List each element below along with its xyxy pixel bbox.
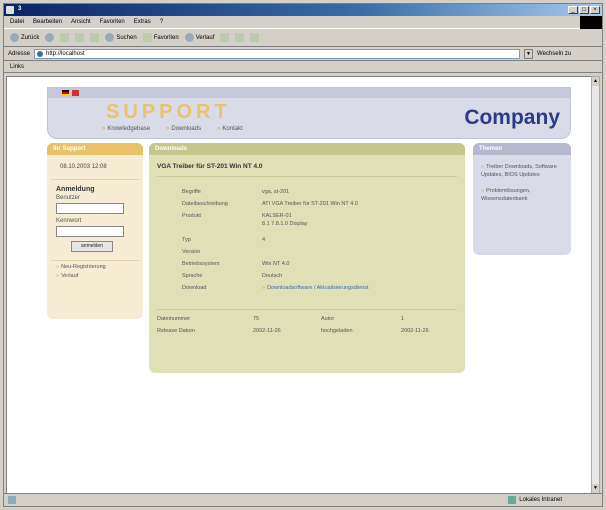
download-title: VGA Treiber für ST-201 Win NT 4.0 (157, 163, 457, 177)
maximize-button[interactable]: □ (579, 6, 589, 14)
stop-icon (60, 33, 70, 42)
search-button[interactable]: Suchen (105, 33, 137, 42)
edit-button[interactable] (250, 33, 260, 42)
browser-window: 3 _ □ × Datei Bearbeiten Ansicht Favorit… (3, 3, 603, 507)
downloads-panel-title: Downloads (149, 143, 465, 155)
forward-button[interactable] (45, 33, 55, 42)
topic-link-knowledgebase[interactable]: » Problemlösungen, Wissensdatenbank (481, 187, 563, 203)
menu-favoriten[interactable]: Favoriten (100, 19, 125, 25)
links-label[interactable]: Links (10, 64, 24, 70)
username-label: Benutzer (56, 195, 81, 201)
site-header: SUPPORT Company » Knowledgebase » Download… (47, 87, 571, 139)
home-icon (90, 33, 100, 42)
menu-ansicht[interactable]: Ansicht (71, 19, 91, 25)
history-icon (184, 33, 194, 42)
topics-panel: Themen » Treiber Downloads, Software Upda… (473, 143, 571, 255)
password-label: Kennwort (56, 218, 82, 224)
address-bar: Adresse http://localhost ▼ Wechseln zu (4, 47, 602, 61)
edit-icon (250, 33, 260, 42)
menu-help[interactable]: ? (160, 19, 163, 25)
page-viewport: SUPPORT Company » Knowledgebase » Download… (6, 76, 592, 494)
history-link[interactable]: » Verlauf (56, 273, 134, 279)
back-icon (10, 33, 19, 42)
support-logo: SUPPORT (106, 101, 231, 123)
english-flag-icon[interactable] (72, 90, 79, 96)
stats-row: Dateinummer 75 Autor 1 (157, 316, 405, 322)
links-bar: Links (4, 61, 602, 73)
downloads-panel: Downloads VGA Treiber für ST-201 Win NT … (149, 143, 465, 373)
support-panel: Ihr Support 08.10.2003 12:08 Anmeldung B… (47, 143, 143, 319)
login-button[interactable]: anmelden (71, 241, 113, 252)
download-stats: Dateinummer 75 Autor 1 Release Datum 200… (157, 309, 457, 340)
topics-panel-title: Themen (473, 143, 571, 155)
password-input[interactable] (56, 226, 124, 237)
address-input[interactable]: http://localhost (34, 48, 521, 59)
vertical-scrollbar[interactable]: ▲ ▼ (591, 76, 600, 494)
nav-kontakt[interactable]: » Kontakt (217, 126, 243, 132)
history-button[interactable]: Verlauf (184, 33, 214, 42)
german-flag-icon[interactable] (62, 90, 69, 96)
divider (51, 260, 139, 261)
menu-datei[interactable]: Datei (10, 19, 24, 25)
ie-icon[interactable] (6, 6, 14, 14)
download-link[interactable]: » Downloadsoftware / Aktualisierungsdiens… (262, 285, 369, 291)
close-button[interactable]: × (590, 6, 600, 14)
scroll-up-button[interactable]: ▲ (592, 77, 599, 86)
company-logo: Company (464, 106, 560, 129)
nav-knowledgebase[interactable]: » Knowledgebase (102, 126, 150, 132)
home-button[interactable] (90, 33, 100, 42)
register-link[interactable]: » Neu-Registrierung (56, 264, 134, 270)
topic-link-drivers[interactable]: » Treiber Downloads, Software Updates, BI… (481, 163, 563, 179)
username-input[interactable] (56, 203, 124, 214)
minimize-button[interactable]: _ (568, 6, 578, 14)
menu-bearbeiten[interactable]: Bearbeiten (33, 19, 62, 25)
intranet-icon (508, 496, 517, 504)
window-title: 3 (18, 6, 22, 12)
favorites-icon (142, 33, 152, 42)
print-button[interactable] (235, 33, 245, 42)
search-icon (105, 33, 115, 42)
favorites-button[interactable]: Favoriten (142, 33, 179, 42)
address-url: http://localhost (46, 50, 85, 57)
mail-icon (220, 33, 230, 42)
toolbar: Zurück Suchen Favoriten Verlauf (4, 29, 602, 47)
status-bar: Lokales Intranet (4, 493, 602, 506)
security-zone: Lokales Intranet (508, 496, 562, 504)
menu-extras[interactable]: Extras (134, 19, 151, 25)
header-nav: » Knowledgebase » Downloads » Kontakt (102, 126, 243, 132)
page-done-icon (8, 496, 16, 504)
address-dropdown-button[interactable]: ▼ (524, 48, 534, 59)
mail-button[interactable] (220, 33, 230, 42)
nav-downloads[interactable]: » Downloads (166, 126, 201, 132)
login-title: Anmeldung (56, 186, 95, 193)
support-panel-title: Ihr Support (47, 143, 143, 155)
scroll-down-button[interactable]: ▼ (592, 484, 599, 493)
stats-row: Release Datum 2002-11-26 hochgeladen 200… (157, 328, 429, 334)
page-icon (37, 50, 44, 57)
current-date: 08.10.2003 12:08 (51, 155, 139, 180)
menu-bar: Datei Bearbeiten Ansicht Favoriten Extra… (4, 16, 602, 29)
stop-button[interactable] (60, 33, 70, 42)
forward-icon (45, 33, 55, 42)
refresh-icon (75, 33, 85, 42)
refresh-button[interactable] (75, 33, 85, 42)
windows-logo-icon: ⊞ (580, 16, 602, 29)
go-button[interactable]: Wechseln zu (537, 51, 571, 57)
title-bar: 3 _ □ × (4, 4, 602, 16)
back-button[interactable]: Zurück (10, 33, 39, 42)
address-label: Adresse (8, 50, 31, 57)
print-icon (235, 33, 245, 42)
